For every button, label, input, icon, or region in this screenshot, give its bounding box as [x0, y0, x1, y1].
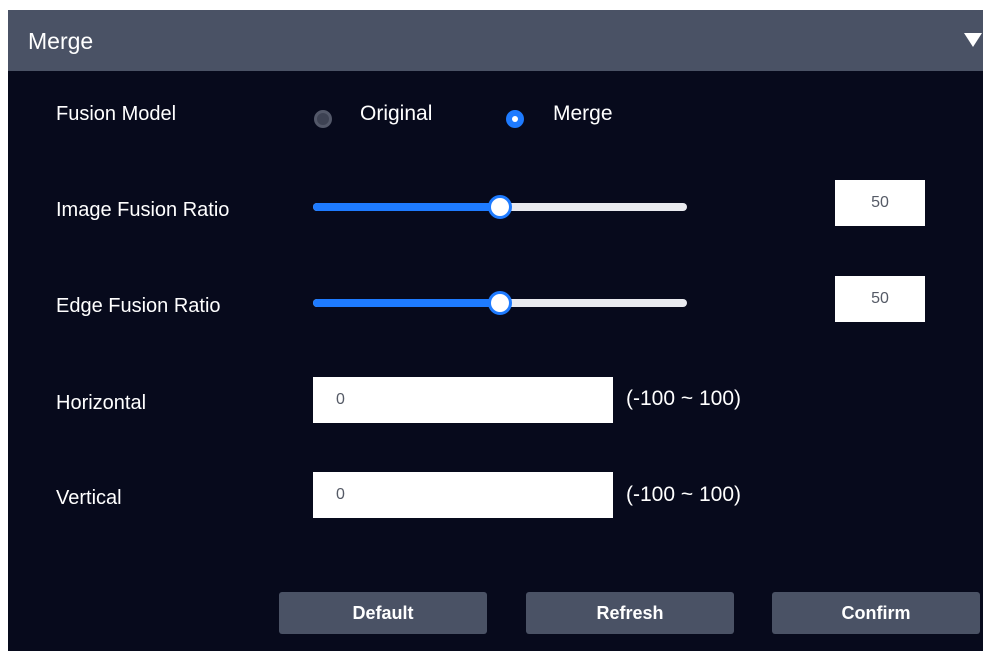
image-fusion-ratio-slider[interactable]	[313, 195, 687, 219]
edge-fusion-ratio-label: Edge Fusion Ratio	[56, 295, 221, 317]
merge-radio[interactable]	[506, 110, 524, 128]
vertical-range: (-100 ~ 100)	[626, 483, 741, 506]
horizontal-input[interactable]: 0	[313, 377, 613, 423]
default-button[interactable]: Default	[279, 592, 487, 634]
original-radio[interactable]	[314, 110, 332, 128]
edge-fusion-ratio-slider[interactable]	[313, 291, 687, 315]
image-fusion-ratio-label: Image Fusion Ratio	[56, 199, 230, 221]
slider-fill	[313, 299, 500, 307]
confirm-button[interactable]: Confirm	[772, 592, 980, 634]
panel-header[interactable]: Merge	[8, 10, 983, 71]
slider-thumb[interactable]	[488, 195, 512, 219]
merge-radio-label[interactable]: Merge	[553, 101, 613, 127]
fusion-model-label: Fusion Model	[56, 103, 177, 125]
merge-panel: Merge Fusion Model Original Merge Image …	[8, 10, 983, 651]
image-fusion-ratio-value[interactable]: 50	[835, 180, 925, 226]
slider-fill	[313, 203, 500, 211]
slider-thumb[interactable]	[488, 291, 512, 315]
horizontal-label: Horizontal	[56, 392, 147, 414]
vertical-label: Vertical	[56, 487, 122, 509]
edge-fusion-ratio-value[interactable]: 50	[835, 276, 925, 322]
panel-title: Merge	[28, 28, 94, 54]
horizontal-range: (-100 ~ 100)	[626, 387, 741, 410]
refresh-button[interactable]: Refresh	[526, 592, 734, 634]
original-radio-label[interactable]: Original	[360, 101, 432, 127]
vertical-input[interactable]: 0	[313, 472, 613, 518]
triangle-down-icon[interactable]	[964, 33, 982, 47]
